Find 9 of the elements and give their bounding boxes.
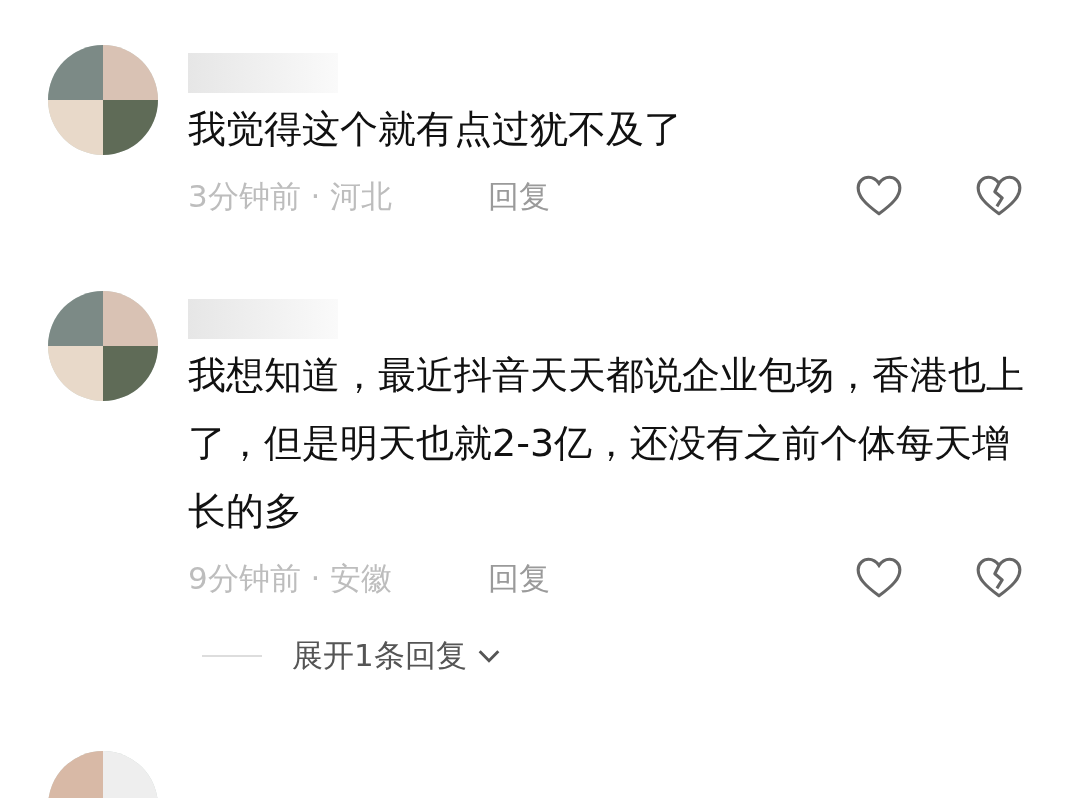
comment-time-location: 3分钟前 · 河北: [188, 177, 394, 216]
comment-text: 我觉得这个就有点过犹不及了: [188, 106, 683, 153]
avatar[interactable]: [48, 291, 158, 401]
comment-text: 我想知道，最近抖音天天都说企业包场，香港也上了，但是明天也就2-3亿，还没有之前个体每天增长的多: [188, 352, 1025, 535]
reply-button[interactable]: 回复: [488, 558, 550, 600]
expand-replies-button[interactable]: 展开1条回复: [292, 635, 503, 677]
reply-button[interactable]: 回复: [488, 176, 550, 218]
comment-time-location: 9分钟前 · 安徽: [188, 559, 394, 598]
avatar[interactable]: [48, 45, 158, 155]
